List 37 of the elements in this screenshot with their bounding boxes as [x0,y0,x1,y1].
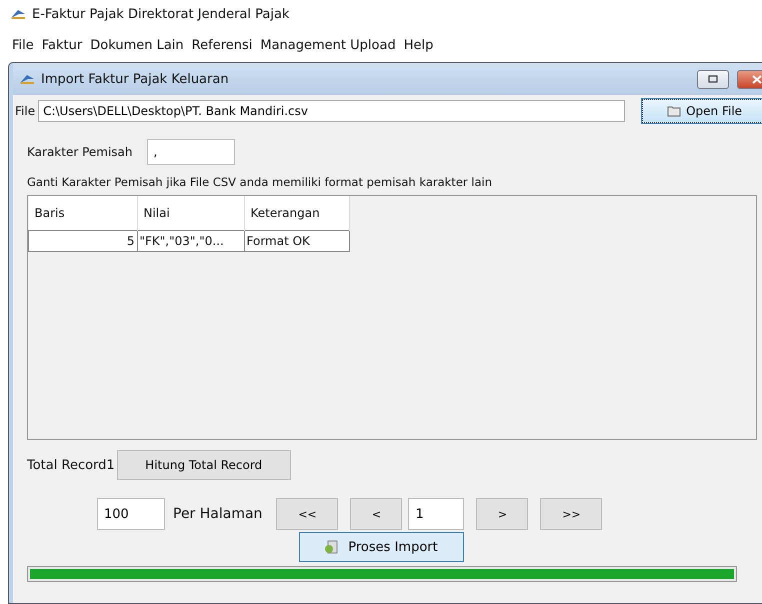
restore-button[interactable] [697,70,729,88]
document-icon [324,540,338,554]
menu-item[interactable]: Referensi [192,38,252,52]
window-title: Import Faktur Pajak Keluaran [41,72,229,86]
count-total-button[interactable]: Hitung Total Record [116,450,291,480]
table-cell: 5 [28,230,137,252]
table-cell: Format OK [244,230,349,252]
next-page-button[interactable]: > [476,498,528,530]
process-import-button[interactable]: Proses Import [298,532,464,562]
per-page-label: Per Halaman [173,506,262,522]
app-logo-icon [19,73,35,85]
hint-text: Ganti Karakter Pemisah jika File CSV anda memiliki format pemisah karakter lain [27,175,494,191]
menu-item[interactable]: File [12,38,34,52]
column-header[interactable]: Keterangan [244,196,349,230]
separator-field[interactable]: , [146,139,235,165]
app-title: E-Faktur Pajak Direktorat Jenderal Pajak [32,6,290,22]
last-page-button[interactable]: >> [540,498,602,530]
file-path-field[interactable]: C:\Users\DELL\Desktop\PT. Bank Mandiri.csv [38,100,626,122]
open-file-button[interactable]: Open File [642,99,762,123]
column-header[interactable]: Nilai [137,196,244,230]
folder-icon [667,106,682,116]
previous-page-button[interactable]: < [350,498,402,530]
menu-item[interactable]: Management Upload [260,38,396,52]
menu-item[interactable]: Faktur [42,38,82,52]
per-page-field[interactable]: 100 [97,498,165,530]
total-record-label: Total Record1 [27,458,115,472]
file-label: File [15,104,36,118]
restore-icon [708,75,718,83]
menu-item[interactable]: Dokumen Lain [90,38,184,52]
column-header[interactable]: Baris [28,196,137,230]
table-cell: "FK","03","0... [137,230,244,252]
first-page-button[interactable]: << [276,498,338,530]
close-icon [752,74,762,84]
page-field[interactable]: 1 [408,498,464,530]
separator-label: Karakter Pemisah [27,145,133,159]
menu-item[interactable]: Help [404,38,434,52]
app-logo-icon [10,8,26,20]
